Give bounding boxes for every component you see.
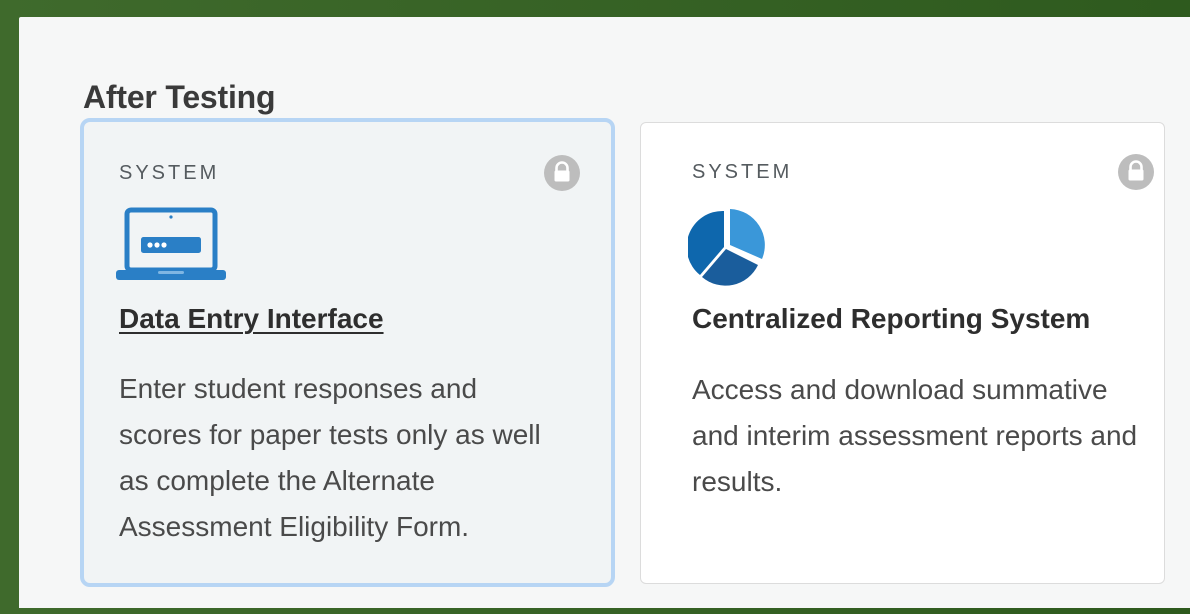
section-title: After Testing: [83, 79, 276, 115]
card-eyebrow: SYSTEM: [692, 161, 793, 183]
card-title-link[interactable]: Centralized Reporting System: [692, 303, 1090, 335]
pie-chart-icon: [686, 207, 768, 292]
card-title-link[interactable]: Data Entry Interface: [119, 303, 384, 335]
card-description: Enter student responses and scores for p…: [119, 373, 541, 542]
card-description: Access and download summative and interi…: [692, 374, 1138, 497]
content-panel: After Testing SYSTEM Data Entry Interfac…: [19, 17, 1190, 608]
lock-icon: [544, 155, 580, 191]
page-frame: After Testing SYSTEM Data Entry Interfac…: [0, 0, 1190, 614]
laptop-icon: [114, 207, 228, 292]
data-entry-interface-card[interactable]: SYSTEM Data Entry Interface Enter studen…: [80, 118, 615, 587]
centralized-reporting-system-card[interactable]: SYSTEM Centralized Reporting System Acce…: [640, 122, 1165, 584]
card-eyebrow: SYSTEM: [119, 162, 220, 184]
lock-icon: [1118, 154, 1154, 190]
